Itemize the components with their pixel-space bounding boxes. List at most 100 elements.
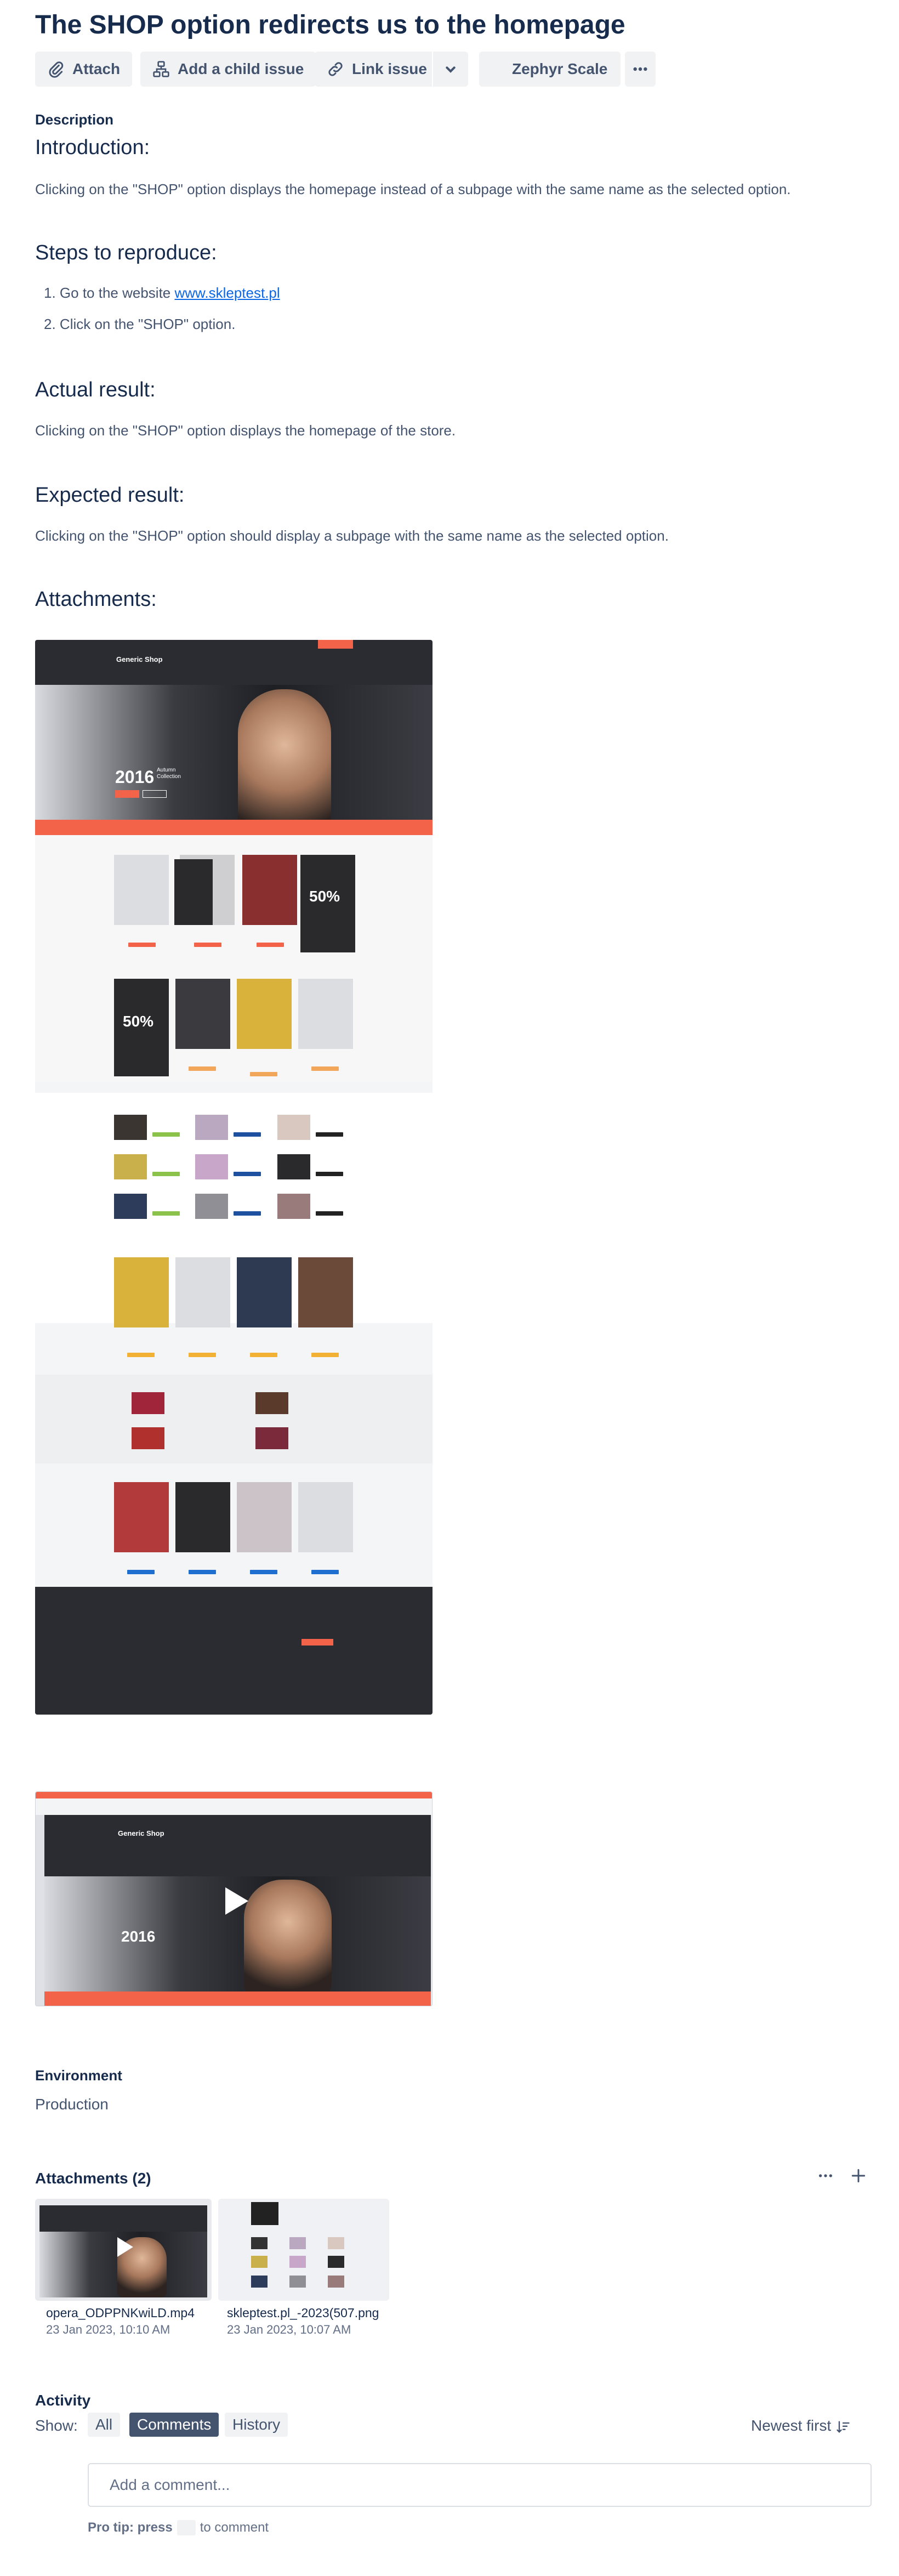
mock-product-image	[298, 1482, 353, 1552]
mock-button	[189, 1570, 216, 1574]
expected-heading: Expected result:	[35, 484, 185, 507]
more-icon	[819, 2174, 832, 2177]
attachment-video[interactable]: Generic Shop 2016	[35, 1791, 433, 2006]
mock-add-button	[194, 943, 221, 947]
mock-benefits-bar	[44, 1991, 431, 2006]
add-child-issue-button[interactable]: Add a child issue	[140, 52, 316, 87]
mock-thumb	[195, 1154, 228, 1179]
mock-shop-name: Generic Shop	[116, 655, 163, 663]
activity-label: Activity	[35, 2392, 91, 2409]
filter-history[interactable]: History	[225, 2413, 288, 2437]
mock-product-image	[237, 1482, 292, 1552]
mock-blog-section	[35, 1375, 433, 1463]
mock-sale-text: 50%	[309, 888, 340, 905]
mock-button	[234, 1132, 261, 1137]
step-2-text: Click on the "SHOP" option.	[59, 316, 236, 332]
add-child-issue-label: Add a child issue	[178, 60, 304, 77]
mock-button	[316, 1172, 343, 1176]
more-icon	[633, 67, 647, 71]
mock-product-image	[175, 1482, 230, 1552]
mock-button	[311, 1570, 339, 1574]
mock-add-button	[128, 943, 156, 947]
mock-benefits-bar	[35, 820, 433, 835]
mock-thumb	[114, 1154, 147, 1179]
mock-thumb	[328, 2237, 344, 2249]
mock-section-2	[35, 1093, 433, 1323]
mock-button	[234, 1172, 261, 1176]
website-link[interactable]: www.skleptest.pl	[174, 285, 280, 301]
paperclip-icon	[49, 61, 64, 78]
mock-add-button	[250, 1072, 277, 1076]
show-label: Show:	[35, 2417, 78, 2434]
add-attachment-button[interactable]	[850, 2167, 867, 2187]
mock-button	[316, 1132, 343, 1137]
mock-thumb	[289, 2237, 306, 2249]
mock-product-image	[114, 1482, 169, 1552]
mock-product-image	[237, 979, 292, 1049]
play-icon[interactable]	[215, 1882, 254, 1920]
mock-thumb	[328, 2276, 344, 2288]
attachments-count-label: Attachments (2)	[35, 2170, 151, 2187]
mock-hero-caption: Autumn Collection	[157, 767, 181, 780]
mock-thumb	[277, 1154, 310, 1179]
mock-header	[39, 2205, 207, 2232]
filter-all[interactable]: All	[88, 2413, 121, 2437]
mock-browser-sidebar	[36, 1815, 44, 2006]
mock-product-image	[175, 979, 230, 1049]
attachment-thumbnail-image[interactable]	[218, 2199, 389, 2301]
attachment-filename[interactable]: opera_ODPPNKwiLD.mp4	[46, 2306, 195, 2320]
mock-add-button	[311, 1066, 339, 1071]
environment-label: Environment	[35, 2067, 122, 2084]
mock-hero-year: 2016	[115, 767, 155, 787]
mock-button	[189, 1353, 216, 1357]
mock-product-image	[114, 855, 169, 925]
attachment-screenshot[interactable]: Generic Shop 2016 Autumn Collection 50% 5…	[35, 640, 433, 1715]
mock-button	[152, 1132, 180, 1137]
pro-tip-prefix: Pro tip: press	[88, 2520, 173, 2535]
attachments-more-button[interactable]	[817, 2167, 834, 2187]
play-icon	[111, 2234, 137, 2263]
attachment-filename[interactable]: skleptest.pl_-2023(507.png	[227, 2306, 379, 2320]
child-issue-icon	[153, 61, 169, 77]
more-actions-button[interactable]	[625, 52, 656, 87]
issue-title[interactable]: The SHOP option redirects us to the home…	[35, 10, 625, 40]
zephyr-scale-button[interactable]: Zephyr Scale	[479, 52, 621, 87]
mock-browser-titlebar	[36, 1792, 432, 1798]
attachment-date: 23 Jan 2023, 10:07 AM	[227, 2323, 351, 2336]
filter-comments[interactable]: Comments	[129, 2413, 219, 2437]
mock-sale-text-2: 50%	[123, 1013, 154, 1030]
add-comment-input[interactable]: Add a comment...	[88, 2463, 872, 2507]
chevron-down-icon	[446, 66, 456, 73]
step-2: 2. Click on the "SHOP" option.	[44, 316, 236, 332]
mock-thumb	[114, 1194, 147, 1219]
attachments-heading: Attachments:	[35, 588, 157, 611]
mock-thumb	[251, 2202, 278, 2225]
environment-value[interactable]: Production	[35, 2096, 109, 2113]
mock-button	[127, 1570, 155, 1574]
link-issue-button[interactable]: Link issue	[315, 52, 439, 87]
mock-header	[44, 1815, 431, 1876]
link-issue-dropdown[interactable]	[433, 52, 468, 87]
attachment-thumbnail-video[interactable]	[35, 2199, 212, 2301]
sort-toggle[interactable]: Newest first	[751, 2417, 851, 2435]
mock-thumb	[251, 2256, 268, 2268]
attach-button[interactable]: Attach	[35, 52, 133, 87]
mock-product-image	[298, 1257, 353, 1327]
mock-thumb	[132, 1427, 164, 1449]
step-1-text: Go to the website	[59, 285, 175, 301]
mock-thumb	[195, 1115, 228, 1140]
mock-add-button	[189, 1066, 216, 1071]
mock-product-image	[174, 859, 213, 925]
mock-button	[152, 1211, 180, 1216]
mock-thumb	[114, 1115, 147, 1140]
link-issue-label: Link issue	[352, 60, 427, 77]
expected-text: Clicking on the "SHOP" option should dis…	[35, 527, 669, 544]
mock-browser-toolbar	[36, 1798, 432, 1815]
pro-tip-suffix: to comment	[200, 2520, 269, 2535]
steps-heading: Steps to reproduce:	[35, 241, 217, 264]
link-icon	[328, 62, 343, 76]
mock-subscribe-button	[301, 1639, 333, 1646]
mock-hero-button-2	[143, 790, 167, 798]
mock-thumb	[277, 1115, 310, 1140]
mock-product-image	[298, 979, 353, 1049]
